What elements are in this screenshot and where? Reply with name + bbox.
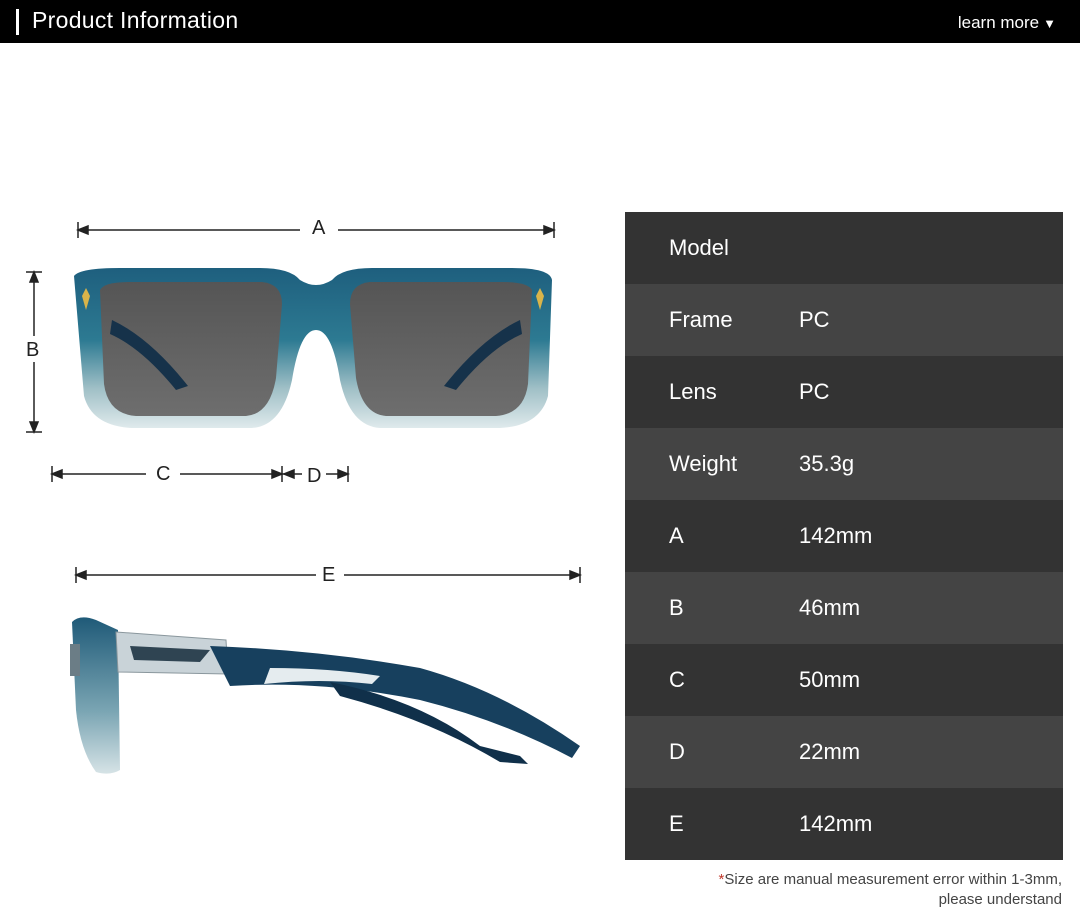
spec-value: 35.3g bbox=[799, 451, 855, 476]
dimension-label-b: B bbox=[26, 339, 40, 361]
spec-value: 22mm bbox=[799, 739, 861, 764]
measurement-note: *Size are manual measurement error withi… bbox=[642, 870, 1062, 910]
side-view-diagram bbox=[70, 567, 583, 774]
spec-key: D bbox=[669, 739, 685, 764]
spec-row-b: B 46mm bbox=[625, 572, 1063, 644]
spec-key: E bbox=[669, 811, 684, 836]
page-title: Product Information bbox=[32, 7, 239, 33]
spec-value: 142mm bbox=[799, 811, 873, 836]
spec-key: Lens bbox=[669, 379, 717, 404]
spec-row-c: C 50mm bbox=[625, 644, 1063, 716]
note-line-1: Size are manual measurement error within… bbox=[724, 871, 1062, 888]
note-line-2: please understand bbox=[938, 891, 1062, 908]
chevron-down-icon: ▼ bbox=[1043, 16, 1056, 31]
spec-row-weight: Weight 35.3g bbox=[625, 428, 1063, 500]
spec-row-model: Model bbox=[625, 212, 1063, 284]
spec-key: A bbox=[669, 523, 684, 548]
dimension-label-e: E bbox=[322, 564, 336, 586]
spec-table: Model Frame PC Lens PC Weight 35.3g A 14… bbox=[625, 212, 1063, 860]
dimension-label-c: C bbox=[156, 463, 171, 485]
spec-value: PC bbox=[799, 379, 830, 404]
spec-key: B bbox=[669, 595, 684, 620]
spec-row-d: D 22mm bbox=[625, 716, 1063, 788]
spec-row-a: A 142mm bbox=[625, 500, 1063, 572]
spec-row-lens: Lens PC bbox=[625, 356, 1063, 428]
learn-more-link[interactable]: learn more ▼ bbox=[958, 13, 1056, 33]
spec-key: C bbox=[669, 667, 685, 692]
header-bar: Product Information learn more ▼ bbox=[0, 0, 1080, 43]
spec-key: Frame bbox=[669, 307, 733, 332]
dimension-label-d: D bbox=[307, 465, 322, 487]
dimension-label-a: A bbox=[312, 217, 326, 239]
header-accent-bar bbox=[16, 9, 19, 35]
spec-key: Model bbox=[669, 235, 729, 260]
spec-value: PC bbox=[799, 307, 830, 332]
front-view-diagram bbox=[26, 222, 557, 482]
spec-row-frame: Frame PC bbox=[625, 284, 1063, 356]
spec-value: 46mm bbox=[799, 595, 861, 620]
learn-more-label: learn more bbox=[957, 13, 1040, 32]
spec-value: 142mm bbox=[799, 523, 873, 548]
spec-value: 50mm bbox=[799, 667, 861, 692]
spec-row-e: E 142mm bbox=[625, 788, 1063, 860]
spec-key: Weight bbox=[669, 451, 738, 476]
